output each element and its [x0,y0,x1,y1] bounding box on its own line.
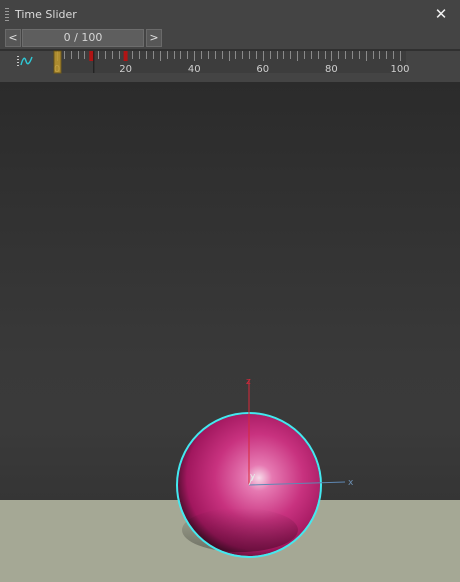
3d-viewport[interactable]: z x y [0,82,460,582]
z-axis-label: z [246,377,251,387]
keyframe-marker [123,51,128,61]
frame-slider-handle[interactable]: 0 / 100 [22,29,144,47]
timeline-label: 60 [256,64,269,75]
panel-titlebar: Time Slider ✕ [0,0,460,28]
drag-grip-icon[interactable] [5,8,9,22]
timeline-label: 40 [188,64,201,75]
panel-title: Time Slider [15,8,77,21]
next-frame-button[interactable]: > [146,29,162,47]
timeline-label: 100 [390,64,409,75]
keyframe-marker [89,51,94,61]
previous-frame-button[interactable]: < [5,29,21,47]
current-frame-marker [53,50,62,74]
time-slider-panel: Time Slider ✕ < 0 / 100 > 020406080100 [0,0,460,82]
timeline-track[interactable]: 020406080100 [0,47,460,81]
y-axis-label: y [250,472,256,482]
x-axis-label: x [348,478,354,488]
close-button[interactable]: ✕ [432,5,450,23]
timeline-label: 80 [325,64,338,75]
scene-canvas: z x y [176,377,354,558]
timeline-label: 20 [119,64,132,75]
